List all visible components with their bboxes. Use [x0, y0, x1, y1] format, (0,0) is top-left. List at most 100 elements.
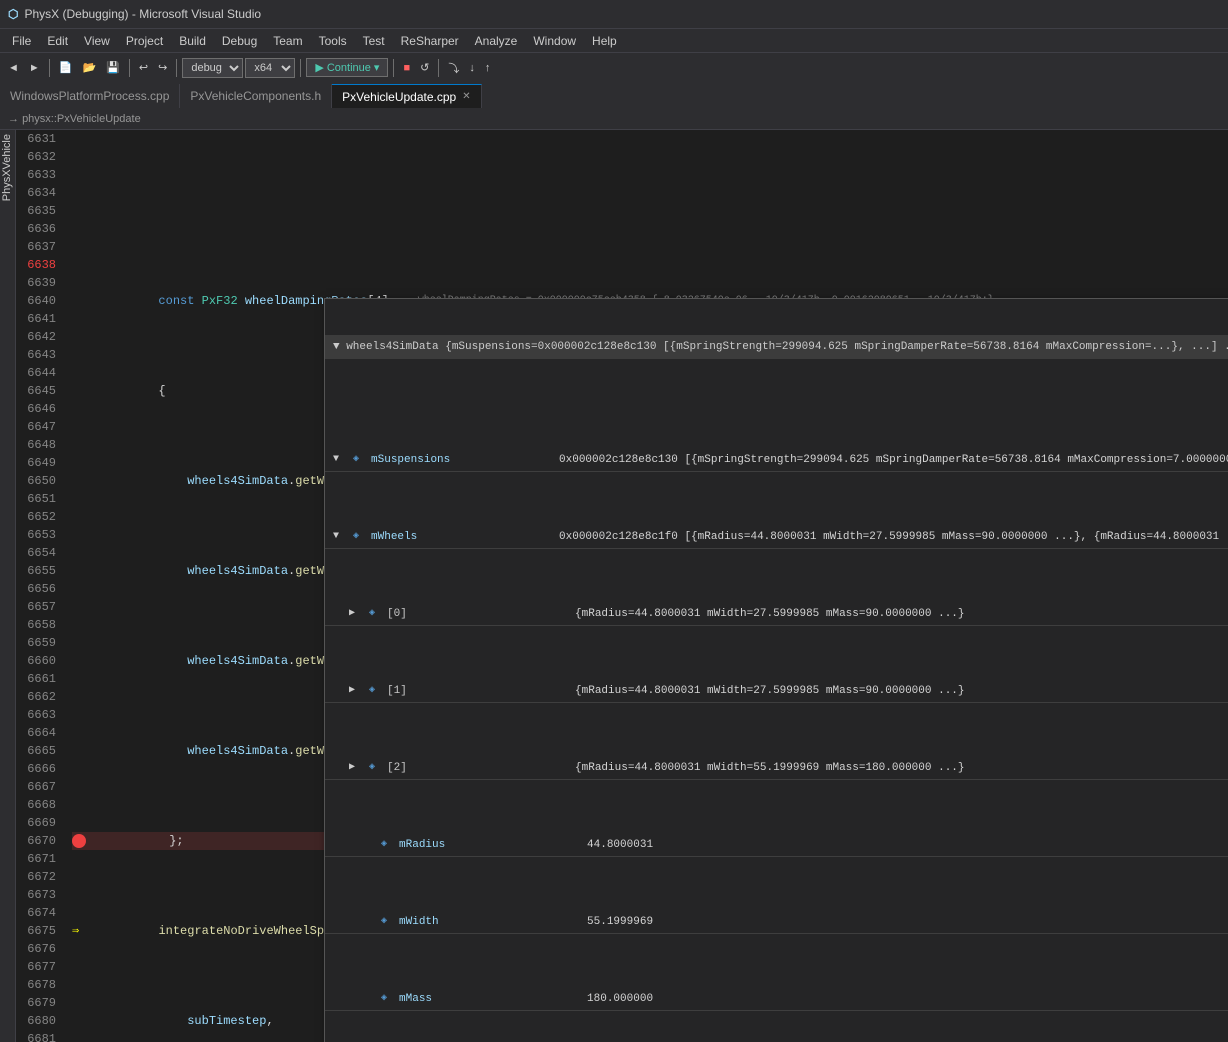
vs-icon: ⬡ — [8, 7, 18, 21]
tooltip-row-0[interactable]: ▶ ◈ [0] {mRadius=44.8000031 mWidth=27.59… — [325, 603, 1228, 626]
ln: 6671 — [16, 850, 56, 868]
ln: 6651 — [16, 490, 56, 508]
expand-icon[interactable]: ▶ — [349, 605, 361, 623]
menu-file[interactable]: File — [4, 32, 39, 50]
ln: 6635 — [16, 202, 56, 220]
ln: 6636 — [16, 220, 56, 238]
menu-resharper[interactable]: ReSharper — [393, 32, 467, 50]
ln: 6656 — [16, 580, 56, 598]
menu-edit[interactable]: Edit — [39, 32, 76, 50]
menu-test[interactable]: Test — [355, 32, 393, 50]
ln: 6633 — [16, 166, 56, 184]
field-name: mWidth — [399, 913, 579, 931]
toolbar-sep-3 — [176, 59, 177, 77]
ln: 6677 — [16, 958, 56, 976]
ln: 6653 — [16, 526, 56, 544]
ln: 6670 — [16, 832, 56, 850]
restart-btn[interactable]: ↺ — [416, 59, 433, 76]
step-out-btn[interactable]: ↑ — [481, 60, 495, 76]
tab-pxvehiclecomponents[interactable]: PxVehicleComponents.h — [180, 84, 332, 108]
code-area[interactable]: 6631 6632 6633 6634 6635 6636 6637 6638 … — [16, 130, 1228, 1042]
field-icon: ◈ — [353, 528, 359, 546]
ln: 6657 — [16, 598, 56, 616]
breadcrumb: → physx::PxVehicleUpdate — [0, 108, 1228, 130]
field-name: [1] — [387, 682, 567, 700]
debug-config-dropdown[interactable]: debug — [182, 58, 243, 78]
tooltip-row-suspensions[interactable]: ▼ ◈ mSuspensions 0x000002c128e8c130 [{mS… — [325, 449, 1228, 472]
tooltip-row-mwidth[interactable]: ◈ mWidth 55.1999969 — [325, 911, 1228, 934]
tab-windowsplatformprocess[interactable]: WindowsPlatformProcess.cpp — [0, 84, 180, 108]
tab-close-icon[interactable]: ✕ — [462, 91, 470, 102]
menu-analyze[interactable]: Analyze — [467, 32, 526, 50]
forward-btn[interactable]: ► — [25, 60, 44, 76]
expand-icon[interactable]: ▼ — [333, 451, 345, 469]
breadcrumb-path: physx::PxVehicleUpdate — [22, 113, 141, 125]
menu-help[interactable]: Help — [584, 32, 625, 50]
menu-debug[interactable]: Debug — [214, 32, 265, 50]
field-value: {mRadius=44.8000031 mWidth=27.5999985 mM… — [575, 682, 964, 700]
ln: 6659 — [16, 634, 56, 652]
field-name: mWheels — [371, 528, 551, 546]
new-project-btn[interactable]: 📄 — [55, 59, 77, 76]
ln: 6640 — [16, 292, 56, 310]
platform-dropdown[interactable]: x64 — [245, 58, 295, 78]
code-lines[interactable]: const PxF32 wheelDampingRates [4]= wheel… — [64, 130, 1228, 1042]
tab-pxvehicleupdate[interactable]: PxVehicleUpdate.cpp ✕ — [332, 84, 481, 108]
ln: 6681 — [16, 1030, 56, 1042]
continue-button[interactable]: ▶ Continue ▾ — [306, 58, 388, 77]
menu-tools[interactable]: Tools — [311, 32, 355, 50]
back-btn[interactable]: ◄ — [4, 60, 23, 76]
stop-btn[interactable]: ■ — [399, 60, 414, 76]
ln: 6668 — [16, 796, 56, 814]
step-over-btn[interactable]: ⤵ — [444, 58, 463, 78]
ln: 6667 — [16, 778, 56, 796]
tooltip-row-1[interactable]: ▶ ◈ [1] {mRadius=44.8000031 mWidth=27.59… — [325, 680, 1228, 703]
expand-icon[interactable]: ▶ — [349, 759, 361, 777]
expand-icon — [361, 913, 373, 931]
debug-tooltip[interactable]: ▼ wheels4SimData {mSuspensions=0x000002c… — [324, 298, 1228, 1042]
ln: 6643 — [16, 346, 56, 364]
expand-icon — [361, 836, 373, 854]
tooltip-row-mwheels[interactable]: ▼ ◈ mWheels 0x000002c128e8c1f0 [{mRadius… — [325, 526, 1228, 549]
toolbar: ◄ ► 📄 📂 💾 ↩ ↪ debug x64 ▶ Continue ▾ ■ ↺… — [0, 52, 1228, 82]
menu-project[interactable]: Project — [118, 32, 171, 50]
tooltip-row-mmass[interactable]: ◈ mMass 180.000000 — [325, 988, 1228, 1011]
field-value: 0x000002c128e8c130 [{mSpringStrength=299… — [559, 451, 1228, 469]
ln: 6675 — [16, 922, 56, 940]
tab-bar: WindowsPlatformProcess.cpp PxVehicleComp… — [0, 82, 1228, 108]
menu-window[interactable]: Window — [525, 32, 584, 50]
ln: 6672 — [16, 868, 56, 886]
code-container[interactable]: 6631 6632 6633 6634 6635 6636 6637 6638 … — [16, 130, 1228, 1042]
open-btn[interactable]: 📂 — [78, 59, 100, 76]
save-btn[interactable]: 💾 — [102, 59, 124, 76]
field-icon: ◈ — [381, 913, 387, 931]
field-value: 0x000002c128e8c1f0 [{mRadius=44.8000031 … — [559, 528, 1228, 546]
breadcrumb-arrow: → — [8, 113, 19, 125]
menu-build[interactable]: Build — [171, 32, 214, 50]
toolbar-sep-1 — [49, 59, 50, 77]
step-into-btn[interactable]: ↓ — [465, 60, 479, 76]
ln: 6638 — [16, 256, 56, 274]
toolbar-sep-6 — [438, 59, 439, 77]
line-numbers: 6631 6632 6633 6634 6635 6636 6637 6638 … — [16, 130, 64, 1042]
tab-label: PxVehicleComponents.h — [190, 89, 321, 103]
ln: 6669 — [16, 814, 56, 832]
field-name: [2] — [387, 759, 567, 777]
field-name: mMass — [399, 990, 579, 1008]
field-name: mRadius — [399, 836, 579, 854]
tooltip-row-mradius[interactable]: ◈ mRadius 44.8000031 — [325, 834, 1228, 857]
sidebar-label: PhysXVehicle — [0, 130, 14, 205]
expand-icon[interactable]: ▶ — [349, 682, 361, 700]
ln: 6652 — [16, 508, 56, 526]
expand-icon[interactable]: ▼ — [333, 528, 345, 546]
redo-btn[interactable]: ↪ — [154, 59, 171, 76]
tooltip-row-2[interactable]: ▶ ◈ [2] {mRadius=44.8000031 mWidth=55.19… — [325, 757, 1228, 780]
ln: 6642 — [16, 328, 56, 346]
ln: 6634 — [16, 184, 56, 202]
field-icon: ◈ — [369, 759, 375, 777]
undo-btn[interactable]: ↩ — [135, 59, 152, 76]
menu-view[interactable]: View — [76, 32, 118, 50]
menu-team[interactable]: Team — [265, 32, 310, 50]
ln: 6664 — [16, 724, 56, 742]
toolbar-sep-4 — [300, 59, 301, 77]
